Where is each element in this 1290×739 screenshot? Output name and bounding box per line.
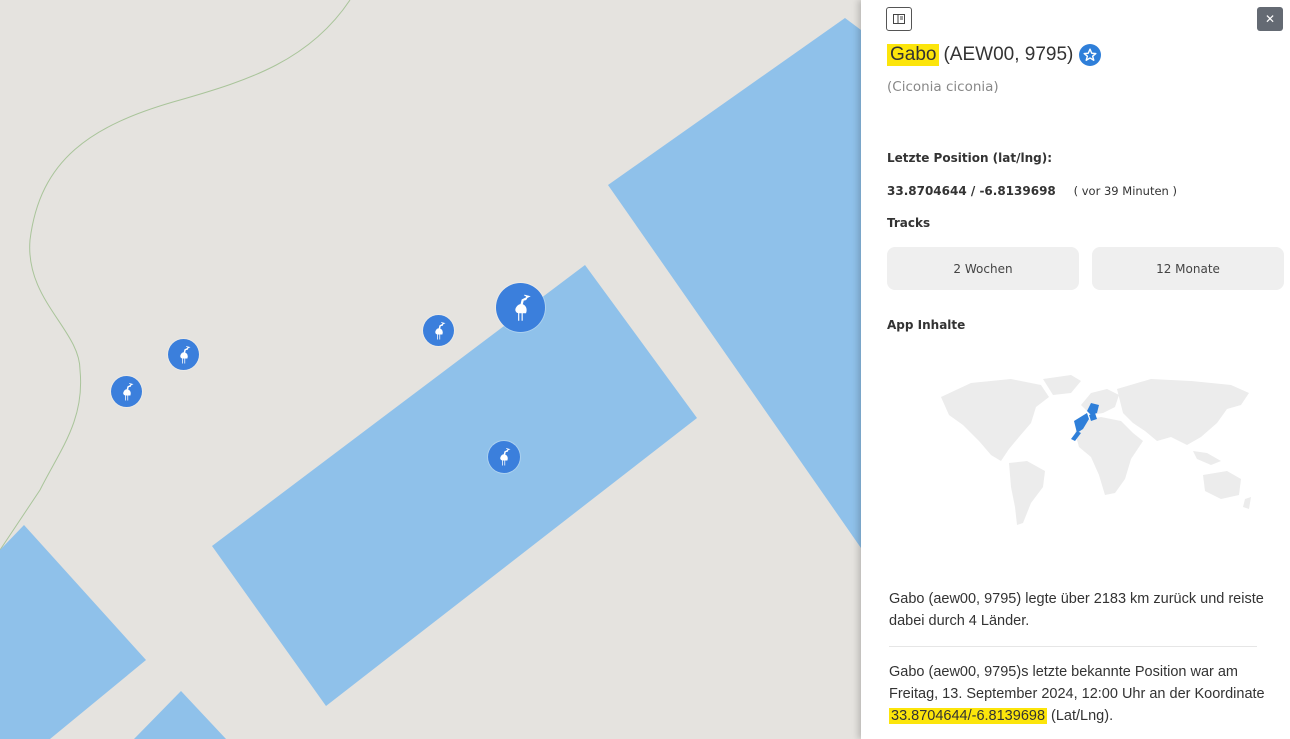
stork-marker-2[interactable] xyxy=(168,339,199,370)
species-name: (Ciconia ciconia) xyxy=(887,79,999,95)
last-position-ago: ( vor 39 Minuten ) xyxy=(1073,184,1177,198)
app-content-label: App Inhalte xyxy=(887,318,966,332)
stork-icon xyxy=(179,345,190,363)
track-12-months-button[interactable]: 12 Monate xyxy=(1092,247,1284,290)
bird-ids: (AEW00, 9795) xyxy=(943,44,1074,65)
close-icon: ✕ xyxy=(1264,12,1276,26)
last-position-value: 33.8704644 / -6.8139698 xyxy=(887,184,1056,198)
stork-icon xyxy=(122,382,133,400)
bird-detail-panel: ✕ Gabo (AEW00, 9795) (Ciconia ciconia) L… xyxy=(861,0,1290,739)
bird-title: Gabo (AEW00, 9795) xyxy=(887,44,1102,66)
last-position-label: Letzte Position (lat/lng): xyxy=(887,151,1053,165)
distance-summary: Gabo (aew00, 9795) legte über 2183 km zu… xyxy=(889,591,1264,629)
stork-icon xyxy=(514,294,531,321)
close-button[interactable]: ✕ xyxy=(1257,7,1283,31)
position-summary-coords: 33.8704644/-6.8139698 xyxy=(889,708,1048,724)
stork-marker-3[interactable] xyxy=(423,315,454,346)
position-summary-text: Gabo (aew00, 9795)s letzte bekannte Posi… xyxy=(889,664,1265,702)
position-summary: Gabo (aew00, 9795)s letzte bekannte Posi… xyxy=(889,661,1279,727)
stork-icon xyxy=(434,321,445,339)
favorite-star-button[interactable] xyxy=(1079,44,1102,66)
divider xyxy=(889,646,1257,647)
world-map-thumbnail xyxy=(941,375,1251,525)
stork-marker-1[interactable] xyxy=(111,376,142,407)
sidebar-toggle-button[interactable] xyxy=(886,7,912,31)
track-2-weeks-button[interactable]: 2 Wochen xyxy=(887,247,1079,290)
stork-marker-5[interactable] xyxy=(488,441,520,473)
tracks-label: Tracks xyxy=(887,216,931,230)
last-position-row: 33.8704644 / -6.8139698 ( vor 39 Minuten… xyxy=(887,184,1177,198)
sidebar-toggle-icon xyxy=(893,14,905,24)
star-icon xyxy=(1083,48,1097,61)
bird-name: Gabo xyxy=(887,44,940,66)
position-summary-suffix: (Lat/Lng). xyxy=(1047,708,1114,724)
stork-icon xyxy=(500,448,511,466)
stork-marker-selected[interactable] xyxy=(496,283,545,332)
